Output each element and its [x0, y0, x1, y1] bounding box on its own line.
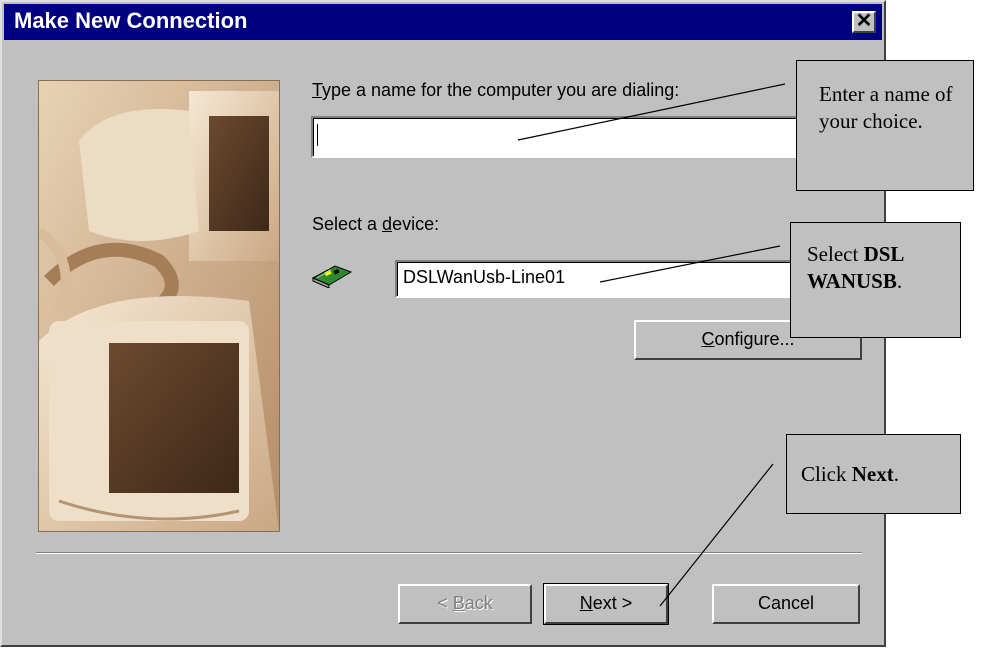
callout-pointer-lines	[517, 83, 786, 607]
